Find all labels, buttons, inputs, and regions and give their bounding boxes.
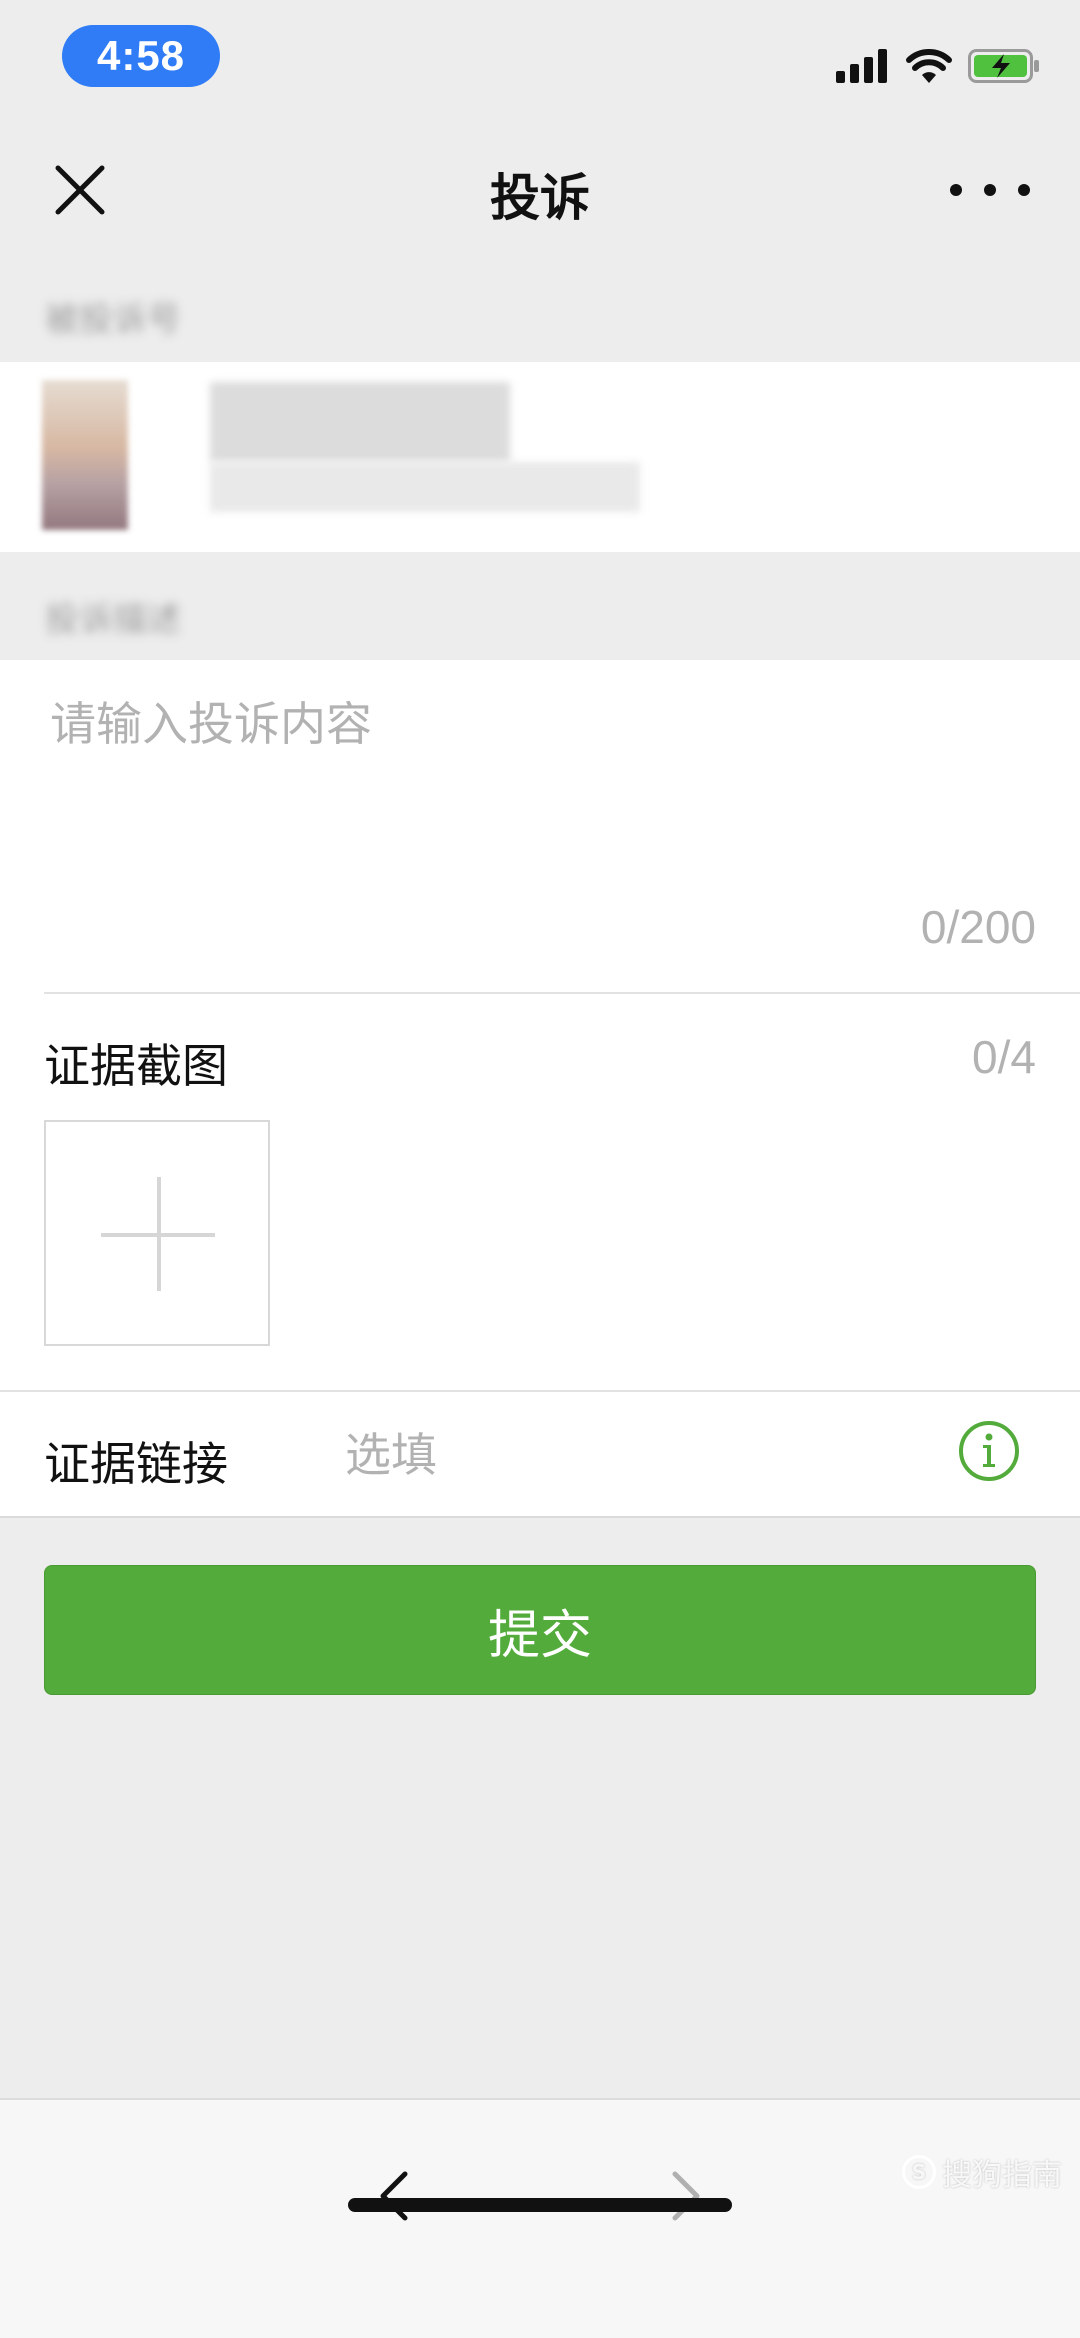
account-detail-redacted (210, 462, 640, 512)
evidence-screenshot-label: 证据截图 (44, 1039, 228, 1093)
info-icon[interactable] (958, 1420, 1020, 1482)
battery-charging-icon (968, 49, 1039, 83)
status-icons (836, 44, 1040, 88)
evidence-screenshot-count: 0/4 (972, 1031, 1036, 1083)
wifi-icon (906, 49, 952, 83)
divider (44, 992, 1080, 994)
more-dot (984, 184, 996, 196)
more-dot (1018, 184, 1030, 196)
section-header-account: 被投诉号 (45, 300, 181, 340)
evidence-link-input[interactable] (345, 1420, 885, 1490)
page-title: 投诉 (490, 169, 590, 227)
description-char-counter: 0/200 (920, 901, 1036, 953)
bottom-toolbar (0, 2098, 1080, 2338)
divider (0, 1390, 1080, 1392)
home-indicator[interactable] (348, 2198, 732, 2212)
chevron-right-icon[interactable] (665, 2166, 705, 2226)
complaint-form: 0/200 证据截图 0/4 证据链接 (0, 660, 1080, 1518)
chevron-left-icon[interactable] (375, 2166, 415, 2226)
account-name-redacted (210, 382, 510, 462)
nav-bar: 投诉 (0, 120, 1080, 255)
submit-button[interactable]: 提交 (44, 1565, 1036, 1695)
add-screenshot-button[interactable] (44, 1120, 270, 1346)
complaint-description-input[interactable] (50, 688, 1040, 908)
divider (0, 1516, 1080, 1518)
watermark-text: 搜狗指南 (942, 2158, 1062, 2193)
status-time: 4:58 (62, 25, 220, 87)
account-card (0, 362, 1080, 552)
section-header-description: 投诉描述 (45, 600, 181, 640)
more-icon[interactable] (950, 170, 1030, 210)
watermark-logo-icon: S (902, 2155, 936, 2189)
plus-icon-stroke (157, 1177, 161, 1291)
avatar (42, 380, 128, 530)
signal-icon (836, 49, 887, 83)
status-bar: 4:58 (0, 0, 1080, 120)
more-dot (950, 184, 962, 196)
watermark: S 搜狗指南 (902, 2150, 1062, 2194)
evidence-link-label: 证据链接 (44, 1437, 228, 1491)
